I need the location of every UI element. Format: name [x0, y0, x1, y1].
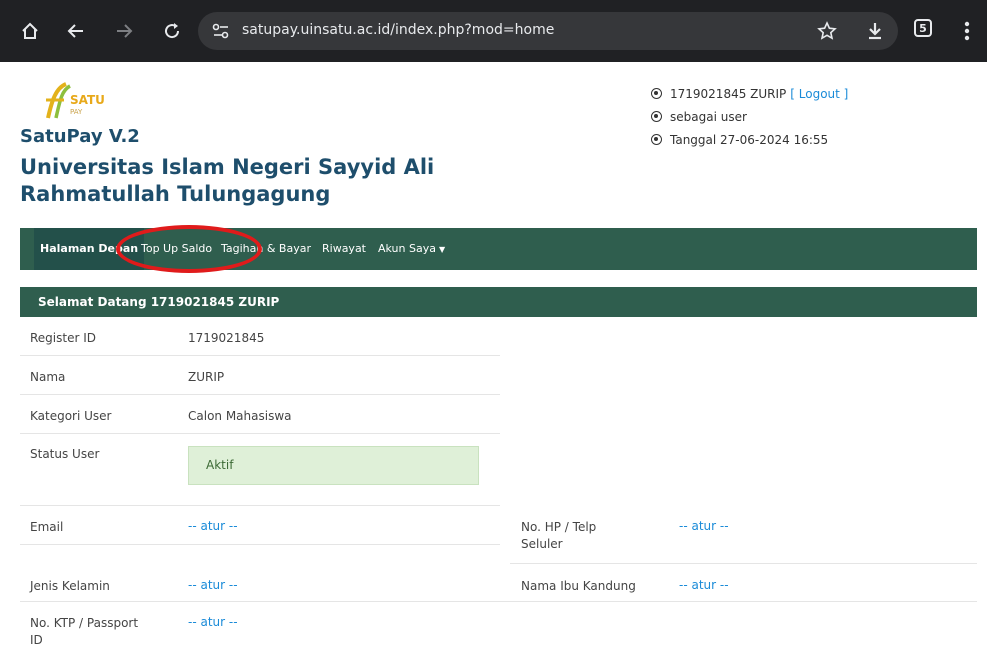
logout-link[interactable]: [ Logout ] — [790, 87, 848, 101]
ktp-label-line1: No. KTP / Passport — [30, 616, 139, 630]
user-info-list: 1719021845 ZURIP [ Logout ] sebagai user… — [651, 82, 848, 151]
address-bar[interactable]: satupay.uinsatu.ac.id/index.php?mod=home — [198, 12, 898, 50]
kategori-user-value: Calon Mahasiswa — [188, 409, 292, 423]
jenis-kelamin-label: Jenis Kelamin — [30, 579, 110, 593]
menu-kebab-icon[interactable] — [953, 17, 981, 45]
back-icon[interactable] — [62, 17, 90, 45]
main-navbar: Halaman Depan Top Up Saldo Tagihan & Bay… — [20, 228, 977, 270]
ktp-label: No. KTP / Passport ID — [30, 615, 138, 649]
nama-label: Nama — [30, 370, 66, 384]
satupay-logo: SATU PAY — [42, 78, 112, 122]
download-icon[interactable] — [861, 17, 889, 45]
hp-label: No. HP / Telp Seluler — [521, 519, 596, 553]
row-divider — [20, 355, 500, 356]
row-divider — [20, 433, 500, 434]
hp-set-link[interactable]: -- atur -- — [679, 519, 729, 533]
user-info-item: sebagai user — [651, 105, 848, 128]
user-id-text: 1719021845 ZURIP — [670, 86, 787, 101]
user-info-item: Tanggal 27-06-2024 16:55 — [651, 128, 848, 151]
bullet-icon — [651, 88, 662, 99]
role-text: sebagai user — [670, 109, 747, 124]
nama-ibu-set-link[interactable]: -- atur -- — [679, 578, 729, 592]
tab-switcher-button[interactable]: 5 — [914, 19, 932, 37]
kategori-user-label: Kategori User — [30, 409, 112, 423]
url-text: satupay.uinsatu.ac.id/index.php?mod=home — [242, 22, 555, 38]
reload-icon[interactable] — [158, 17, 186, 45]
welcome-banner: Selamat Datang 1719021845 ZURIP — [20, 287, 977, 317]
svg-text:PAY: PAY — [70, 108, 83, 116]
site-settings-icon[interactable] — [212, 23, 230, 44]
register-id-value: 1719021845 — [188, 331, 265, 345]
date-text: Tanggal 27-06-2024 16:55 — [670, 132, 829, 147]
status-user-label: Status User — [30, 447, 100, 461]
nama-ibu-label: Nama Ibu Kandung — [521, 579, 636, 593]
university-name: Universitas Islam Negeri Sayyid Ali Rahm… — [20, 155, 435, 206]
bookmark-star-icon[interactable] — [813, 17, 841, 45]
email-label: Email — [30, 520, 64, 534]
row-divider — [20, 601, 977, 602]
browser-toolbar: satupay.uinsatu.ac.id/index.php?mod=home… — [0, 0, 987, 62]
dropdown-caret-icon: ▼ — [438, 245, 446, 254]
app-name: SatuPay V.2 — [20, 126, 140, 147]
email-set-link[interactable]: -- atur -- — [188, 519, 238, 533]
nama-value: ZURIP — [188, 370, 225, 384]
svg-text:SATU: SATU — [70, 93, 105, 107]
ktp-set-link[interactable]: -- atur -- — [188, 615, 238, 629]
nav-item-top-up-saldo[interactable]: Top Up Saldo — [141, 228, 212, 270]
status-badge: Aktif — [188, 446, 479, 485]
ktp-label-line2: ID — [30, 633, 43, 647]
hp-label-line2: Seluler — [521, 537, 563, 551]
jenis-kelamin-set-link[interactable]: -- atur -- — [188, 578, 238, 592]
register-id-label: Register ID — [30, 331, 96, 345]
user-info-item: 1719021845 ZURIP [ Logout ] — [651, 82, 848, 105]
nav-item-halaman-depan[interactable]: Halaman Depan — [34, 228, 145, 270]
row-divider — [20, 505, 500, 506]
nav-item-akun-saya[interactable]: Akun Saya ▼ — [378, 228, 445, 270]
row-divider — [20, 544, 500, 545]
row-divider — [510, 563, 977, 564]
forward-icon[interactable] — [110, 17, 138, 45]
bullet-icon — [651, 134, 662, 145]
row-divider — [20, 394, 500, 395]
hp-label-line1: No. HP / Telp — [521, 520, 597, 534]
home-icon[interactable] — [16, 17, 44, 45]
nav-item-riwayat[interactable]: Riwayat — [322, 228, 366, 270]
nav-item-tagihan-bayar[interactable]: Tagihan & Bayar — [221, 228, 311, 270]
nav-item-akun-saya-label: Akun Saya — [378, 242, 436, 255]
bullet-icon — [651, 111, 662, 122]
